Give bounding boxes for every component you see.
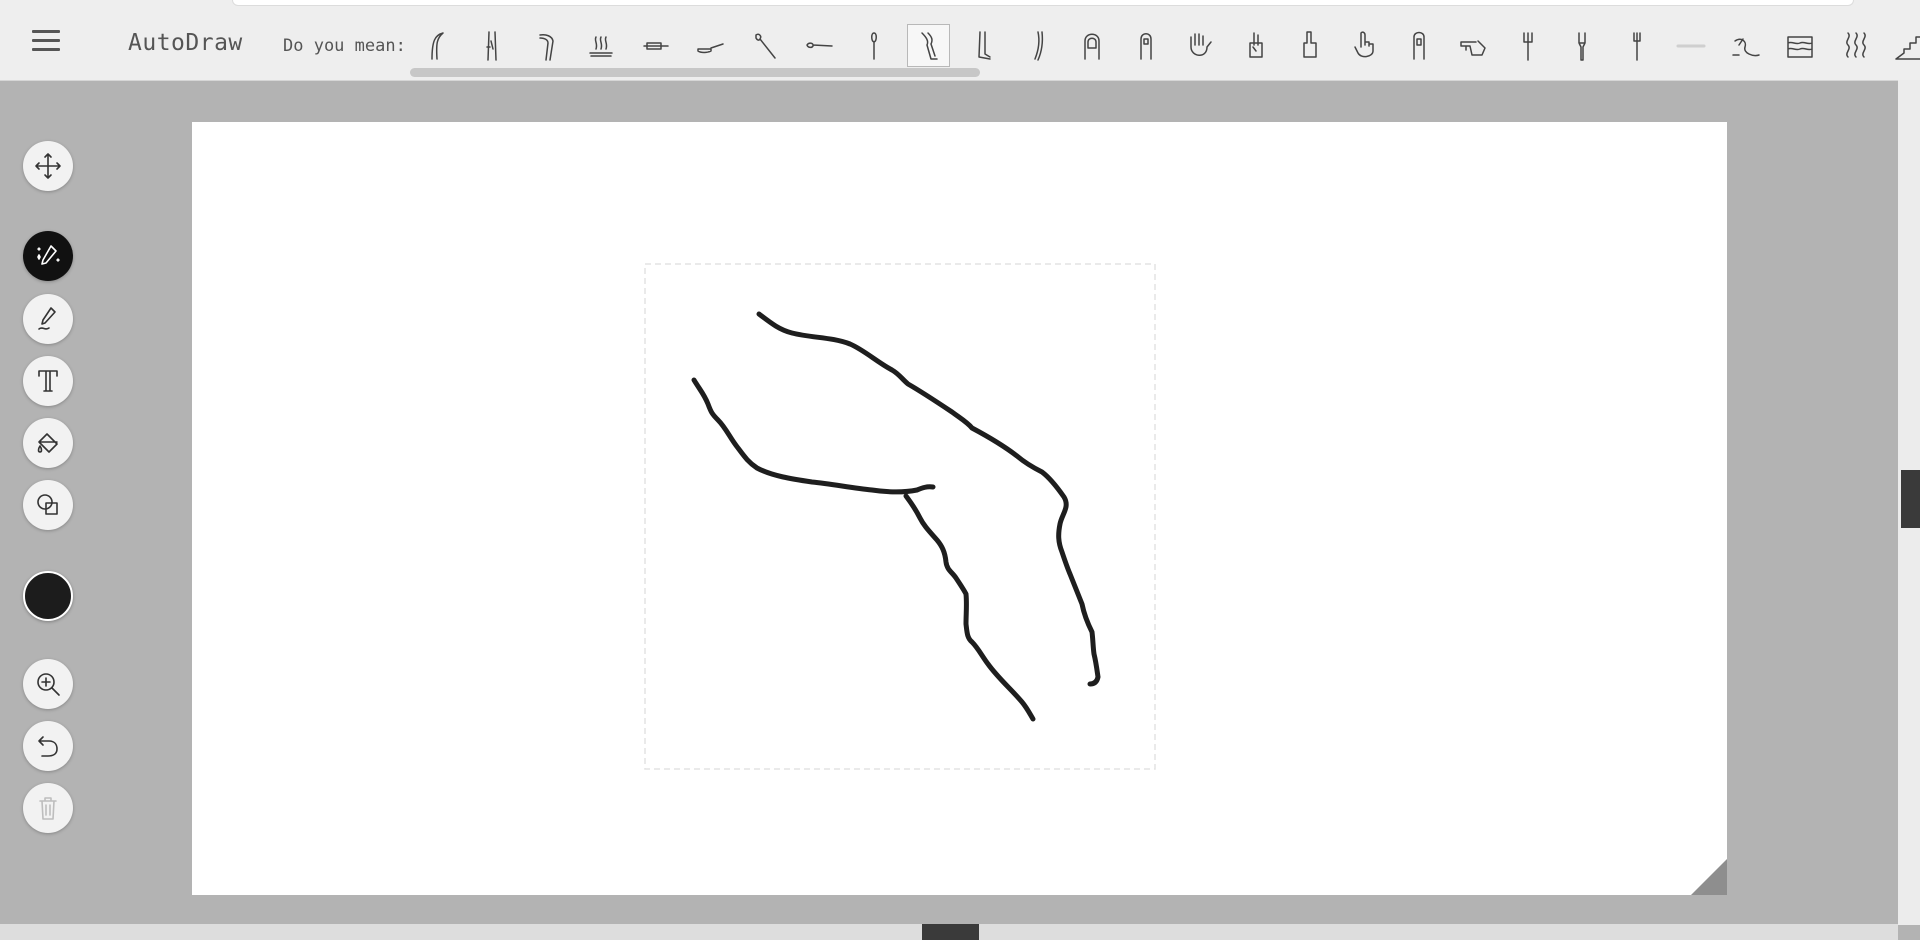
type-tool-button[interactable] — [23, 356, 73, 406]
suggestion-waves-icon[interactable] — [1833, 24, 1876, 67]
autodraw-icon — [37, 245, 60, 265]
suggestions-label: Do you mean: — [283, 36, 406, 56]
suggestion-ladle-icon[interactable] — [798, 24, 841, 67]
fill-tool-button[interactable] — [23, 418, 73, 468]
canvas-resize-handle[interactable] — [1691, 859, 1727, 895]
suggestion-knee-icon[interactable] — [525, 24, 568, 67]
suggestion-spoon-icon[interactable] — [743, 24, 786, 67]
suggestion-fork-icon[interactable] — [1506, 24, 1549, 67]
sketch-stroke-lower — [691, 377, 936, 495]
suggestion-pan-icon[interactable] — [634, 24, 677, 67]
suggestion-line-icon[interactable] — [1670, 24, 1713, 67]
pencil-icon — [38, 307, 56, 330]
zoom-in-icon — [37, 673, 60, 696]
suggestion-fork-thin-icon[interactable] — [1615, 24, 1658, 67]
delete-button[interactable] — [23, 783, 73, 833]
suggestion-saucepan-icon[interactable] — [689, 24, 732, 67]
fill-bucket-icon — [37, 433, 58, 453]
suggestion-water-icon[interactable] — [1779, 24, 1822, 67]
suggestion-hand-point-side-icon[interactable] — [1452, 24, 1495, 67]
sketch-stroke-upper — [756, 311, 1101, 687]
shape-icon — [37, 494, 58, 515]
suggestion-finger-icon[interactable] — [1125, 24, 1168, 67]
app-title: AutoDraw — [128, 30, 243, 56]
selection-box — [644, 263, 1156, 770]
menu-icon[interactable] — [32, 30, 60, 54]
suggestion-arm-bent-icon[interactable] — [416, 24, 459, 67]
text-icon — [38, 370, 58, 392]
user-sketch — [644, 263, 1156, 770]
sketch-stroke-shin — [903, 493, 1036, 722]
browser-address-strip — [232, 0, 1854, 6]
move-icon — [35, 153, 61, 179]
undo-button[interactable] — [23, 721, 73, 771]
suggestion-slide-icon[interactable] — [1724, 24, 1767, 67]
suggestion-boot-icon[interactable] — [961, 24, 1004, 67]
vertical-scrollbar-thumb[interactable] — [1901, 470, 1920, 528]
suggestion-frying-pan-steam-icon[interactable] — [580, 24, 623, 67]
drawing-canvas[interactable] — [192, 122, 1727, 895]
color-picker-swatch[interactable] — [23, 571, 73, 621]
top-toolbar: AutoDraw Do you mean: — [0, 0, 1920, 81]
suggestion-stairs-icon[interactable] — [1888, 24, 1920, 67]
trash-icon — [39, 797, 57, 820]
suggestion-legs-icon[interactable] — [471, 24, 514, 67]
zoom-tool-button[interactable] — [23, 659, 73, 709]
shape-tool-button[interactable] — [23, 480, 73, 530]
suggestion-hand-index-icon[interactable] — [1234, 24, 1277, 67]
suggestion-leg-icon[interactable] — [906, 24, 950, 67]
suggestion-hand-open-icon[interactable] — [1179, 24, 1222, 67]
suggestion-hand-pointer-icon[interactable] — [1343, 24, 1386, 67]
suggestion-strip — [416, 24, 1920, 68]
move-tool-button[interactable] — [23, 141, 73, 191]
autodraw-tool-button[interactable] — [23, 231, 73, 281]
suggestion-finger-nail-icon[interactable] — [1070, 24, 1113, 67]
draw-tool-button[interactable] — [23, 294, 73, 344]
horizontal-scrollbar-thumb[interactable] — [922, 924, 979, 940]
suggestion-thumb-icon[interactable] — [1397, 24, 1440, 67]
suggestion-spoon-upright-icon[interactable] — [852, 24, 895, 67]
suggestion-pointing-finger-icon[interactable] — [1288, 24, 1331, 67]
suggestion-single-leg-icon[interactable] — [1016, 24, 1059, 67]
undo-icon — [38, 736, 58, 757]
suggestion-fork-small-icon[interactable] — [1561, 24, 1604, 67]
suggestion-scrollbar[interactable] — [410, 68, 980, 77]
